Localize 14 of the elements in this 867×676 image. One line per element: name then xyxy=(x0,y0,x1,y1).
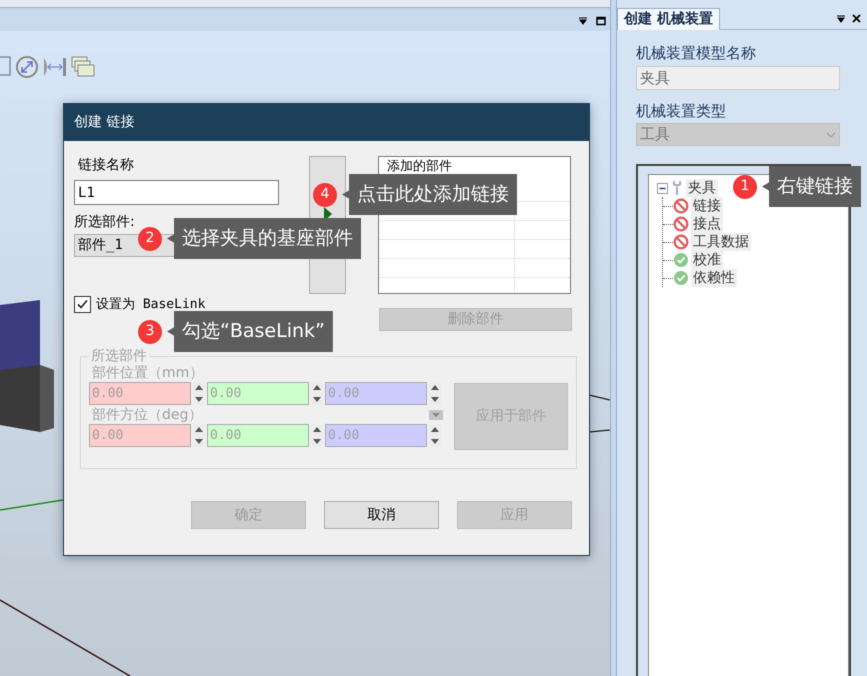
checkbox-label: 设置为 BaseLink xyxy=(96,296,206,314)
field-label: 部件方位（deg） xyxy=(92,406,202,424)
field-label: 机械装置模型名称 xyxy=(636,43,757,63)
field-label: 部件位置（mm） xyxy=(92,364,204,382)
field-label: 链接名称 xyxy=(77,156,135,174)
callout-tooltip: 右键链接 xyxy=(762,166,861,207)
callout-tooltip: 选择夹具的基座部件 xyxy=(167,218,361,259)
dialog-title: 创建 链接 xyxy=(64,104,589,141)
field-label: 所选部件: xyxy=(74,213,136,231)
callout-tooltip: 勾选“BaseLink” xyxy=(167,311,333,352)
list-header: 添加的部件 xyxy=(386,158,453,175)
field-label: 机械装置类型 xyxy=(636,101,727,121)
callout-tooltip: 点击此处添加链接 xyxy=(342,174,517,215)
group-legend: 所选部件 xyxy=(89,349,149,363)
